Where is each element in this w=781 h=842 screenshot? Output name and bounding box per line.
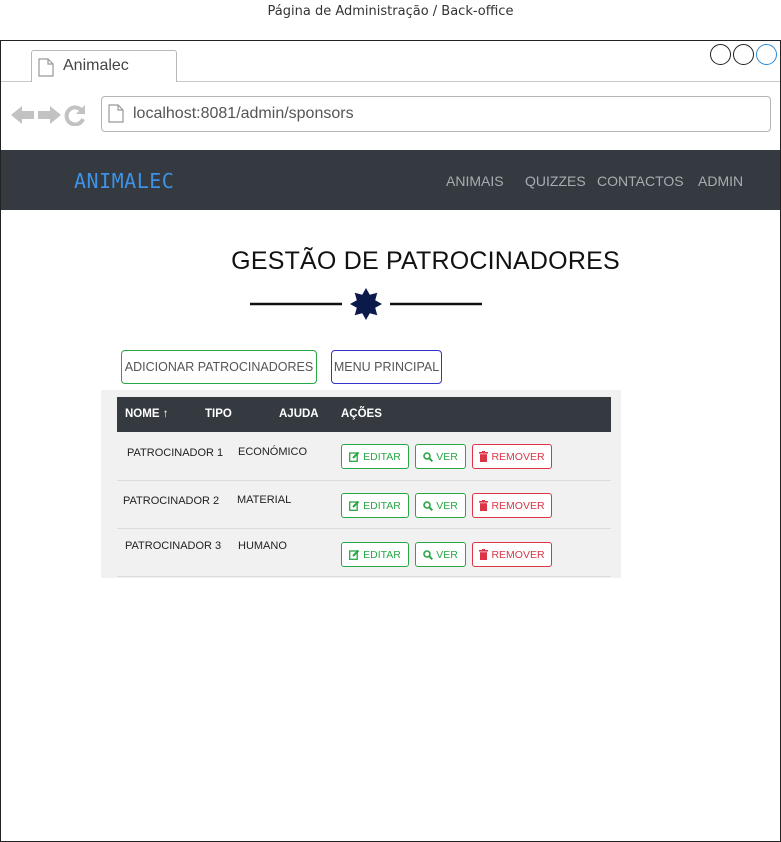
address-bar[interactable]: localhost:8081/admin/sponsors <box>101 96 771 132</box>
tab-title: Animalec <box>63 57 129 74</box>
edit-button[interactable]: EDITAR <box>341 542 409 567</box>
edit-button[interactable]: EDITAR <box>341 444 409 469</box>
view-button[interactable]: VER <box>415 444 466 469</box>
nav-link-contactos[interactable]: CONTACTOS <box>597 173 684 189</box>
header-ajuda[interactable]: AJUDA <box>279 408 319 420</box>
page-caption: Página de Administração / Back-office <box>267 4 514 19</box>
search-icon <box>423 549 434 560</box>
url-text: localhost:8081/admin/sponsors <box>133 105 354 122</box>
header-tipo[interactable]: TIPO <box>205 408 232 420</box>
sponsors-table: NOME ↑ TIPO AJUDA AÇÕES PATROCINADOR 1 E… <box>101 390 621 578</box>
maximize-button[interactable] <box>733 44 754 65</box>
edit-button[interactable]: EDITAR <box>341 493 409 518</box>
edit-icon <box>349 451 360 462</box>
trash-icon <box>479 500 489 511</box>
sponsor-type: ECONÓMICO <box>238 446 308 458</box>
minimize-button[interactable] <box>710 44 731 65</box>
sponsor-type: MATERIAL <box>237 494 292 506</box>
search-icon <box>423 500 434 511</box>
trash-icon <box>479 451 489 462</box>
table-row: PATROCINADOR 1 ECONÓMICO EDITAR VER REMO… <box>117 432 611 481</box>
edit-icon <box>349 500 360 511</box>
brand-logo[interactable]: ANIMALEC <box>74 169 174 193</box>
nav-link-animais[interactable]: ANIMAIS <box>446 173 504 189</box>
remove-button[interactable]: REMOVER <box>472 542 552 567</box>
page-title: GESTÃO DE PATROCINADORES <box>231 247 620 275</box>
table-row: PATROCINADOR 3 HUMANO EDITAR VER REMOVER <box>117 528 611 577</box>
reload-icon[interactable] <box>63 104 87 131</box>
table-header: NOME ↑ TIPO AJUDA AÇÕES <box>117 397 611 432</box>
header-nome[interactable]: NOME ↑ <box>125 408 168 420</box>
page-icon <box>38 58 54 82</box>
add-sponsors-button[interactable]: ADICIONAR PATROCINADORES <box>121 350 317 384</box>
forward-arrow-icon[interactable] <box>37 105 61 130</box>
page-icon <box>108 104 124 128</box>
search-icon <box>423 451 434 462</box>
view-button[interactable]: VER <box>415 542 466 567</box>
header-acoes: AÇÕES <box>341 408 382 420</box>
sponsor-name: PATROCINADOR 1 <box>127 447 224 459</box>
sponsor-name: PATROCINADOR 3 <box>125 540 222 552</box>
table-row: PATROCINADOR 2 MATERIAL EDITAR VER REMOV… <box>117 480 611 529</box>
remove-button[interactable]: REMOVER <box>472 493 552 518</box>
window-controls <box>710 44 777 65</box>
nav-link-quizzes[interactable]: QUIZZES <box>525 173 586 189</box>
address-row: localhost:8081/admin/sponsors <box>1 82 780 151</box>
sponsor-name: PATROCINADOR 2 <box>123 495 220 507</box>
view-button[interactable]: VER <box>415 493 466 518</box>
tab-bar: Animalec <box>1 41 780 82</box>
edit-icon <box>349 549 360 560</box>
site-navbar: ANIMALEC ANIMAIS QUIZZES CONTACTOS ADMIN <box>1 150 780 210</box>
trash-icon <box>479 549 489 560</box>
remove-button[interactable]: REMOVER <box>472 444 552 469</box>
back-arrow-icon[interactable] <box>11 105 35 130</box>
browser-tab[interactable]: Animalec <box>31 50 177 82</box>
main-menu-button[interactable]: MENU PRINCIPAL <box>331 350 442 384</box>
close-button[interactable] <box>756 44 777 65</box>
nav-link-admin[interactable]: ADMIN <box>698 173 743 189</box>
title-divider <box>250 287 482 321</box>
star-icon <box>350 288 382 320</box>
sponsor-type: HUMANO <box>238 540 287 552</box>
sort-arrow-icon: ↑ <box>162 408 169 420</box>
browser-window: Animalec localhost:8081/admin/sponsors A… <box>0 40 781 842</box>
